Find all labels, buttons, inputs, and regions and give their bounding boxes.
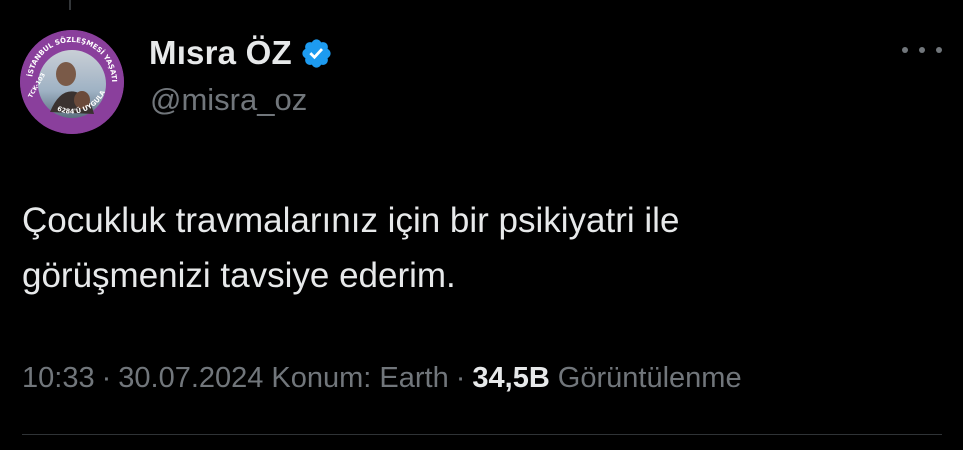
tweet-meta: 10:33 · 30.07.2024 Konum: Earth · 34,5B …: [22, 362, 742, 395]
meta-separator: ·: [101, 362, 112, 394]
divider: [22, 434, 942, 435]
tweet-time[interactable]: 10:33: [22, 362, 95, 395]
tweet-text-line: görüşmenizi tavsiye ederim.: [22, 256, 456, 295]
tweet-location: Konum: Earth: [271, 362, 449, 394]
views-label[interactable]: Görüntülenme: [558, 362, 742, 395]
author-handle[interactable]: @misra_oz: [150, 82, 307, 118]
avatar-image: İSTANBUL SÖZLEŞMESİ YAŞATIR 6284'Ü UYGUL…: [20, 30, 124, 134]
more-dot: [902, 47, 908, 53]
tweet-text: Çocukluk travmalarınız için bir psikiyat…: [22, 193, 922, 303]
tweet-date[interactable]: 30.07.2024: [118, 362, 263, 395]
meta-separator: ·: [455, 362, 466, 394]
more-dot: [936, 47, 942, 53]
verified-badge-icon[interactable]: [300, 37, 333, 70]
author-display-name[interactable]: Mısra ÖZ: [149, 34, 292, 72]
avatar[interactable]: İSTANBUL SÖZLEŞMESİ YAŞATIR 6284'Ü UYGUL…: [20, 30, 124, 134]
thread-connector-line: [69, 0, 71, 10]
more-horizontal-icon[interactable]: [902, 38, 942, 62]
more-dot: [919, 47, 925, 53]
tweet-text-line: Çocukluk travmalarınız için bir psikiyat…: [22, 201, 680, 240]
author-name-row[interactable]: Mısra ÖZ: [149, 33, 333, 73]
views-count[interactable]: 34,5B: [472, 362, 549, 395]
